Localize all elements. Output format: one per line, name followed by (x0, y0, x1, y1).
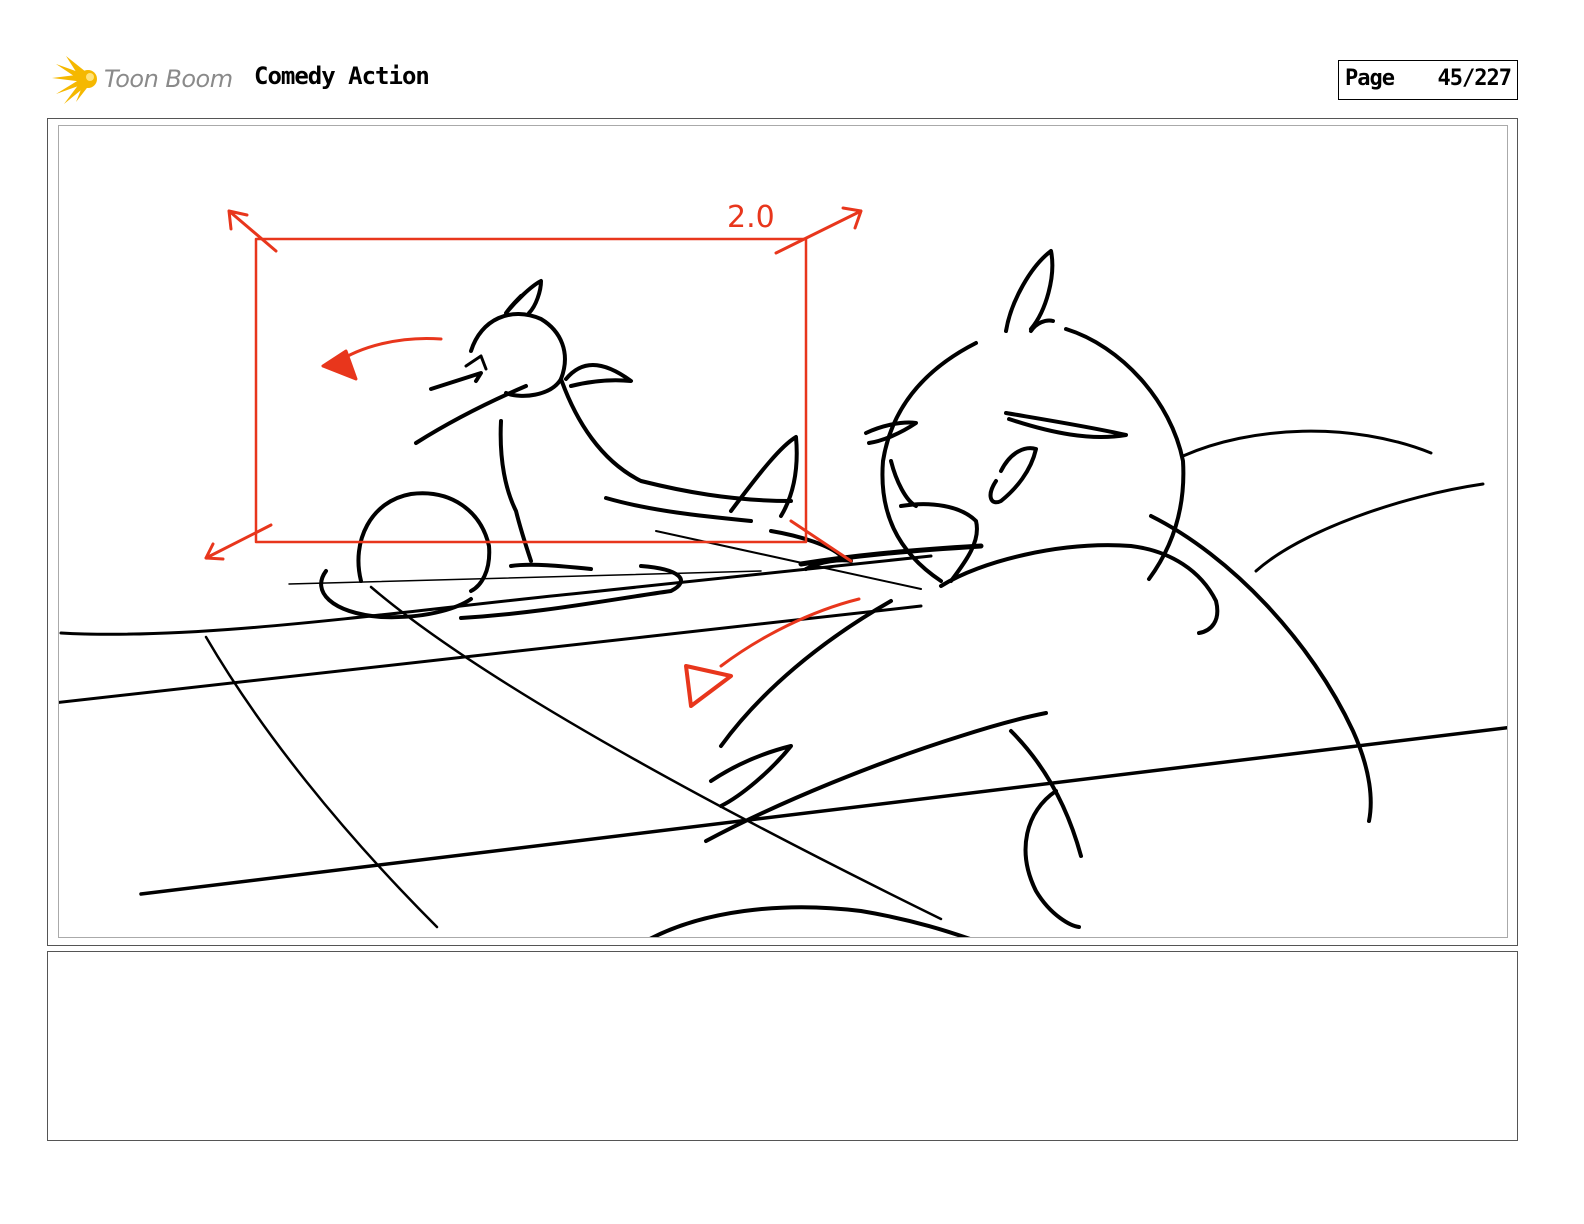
small-bird-beak (429, 371, 483, 391)
zoom-annotation-label: 2.0 (727, 200, 775, 235)
big-bird-brow (1004, 411, 1128, 439)
floor-line (139, 725, 1507, 896)
caption-box (47, 951, 1518, 1141)
camera-annotations (204, 206, 863, 708)
page-indicator: Page 45/227 (1338, 60, 1518, 100)
pan-arrowhead-big-bird (684, 664, 733, 708)
big-bird-wing (704, 711, 1048, 843)
project-title: Comedy Action (254, 62, 430, 90)
small-bird-base (319, 569, 473, 620)
big-bird-eye-right (988, 446, 1038, 505)
zoom-arrow-top-left (227, 209, 278, 253)
page-label: Page (1345, 66, 1395, 91)
small-bird-wing (564, 363, 633, 388)
small-bird-toes (509, 562, 593, 571)
big-bird-shoulder (939, 543, 1220, 635)
small-bird-eye (464, 354, 488, 371)
big-bird-beak (899, 502, 979, 583)
page-number: 45/227 (1437, 66, 1512, 91)
big-bird-neck-front (719, 599, 893, 748)
table-front-line (59, 604, 923, 704)
toon-boom-logo: Toon Boom (50, 56, 250, 106)
big-bird-wing-back (1009, 729, 1083, 858)
big-bird-foot (1023, 789, 1081, 929)
small-bird-body-front (498, 419, 533, 563)
small-bird-tail-feather (729, 435, 799, 518)
background-hill-1 (1181, 429, 1433, 458)
big-bird-head-right (1064, 327, 1186, 581)
small-bird-head (469, 312, 567, 398)
storyboard-panel: 2.0 (58, 125, 1508, 938)
big-bird-body-right (1149, 514, 1373, 823)
small-bird-tail (604, 496, 753, 523)
page-header: Toon Boom Comedy Action Page 45/227 (0, 0, 1584, 118)
zoom-arrow-top-right (774, 206, 863, 255)
big-bird-eye-left (889, 459, 918, 508)
logo-wordmark: Toon Boom (104, 65, 233, 93)
sketch-lines (59, 249, 1507, 937)
small-bird-back (559, 377, 793, 503)
starburst-icon (52, 56, 97, 104)
background-hill-2 (1254, 482, 1485, 573)
small-bird-tuft (504, 279, 543, 315)
table-edge-line (59, 554, 933, 636)
panel-sketch: 2.0 (59, 200, 1507, 937)
big-bird-wing-tip (709, 744, 793, 808)
pan-arrow-small-bird (334, 336, 443, 365)
small-bird-neck-front (414, 384, 528, 445)
